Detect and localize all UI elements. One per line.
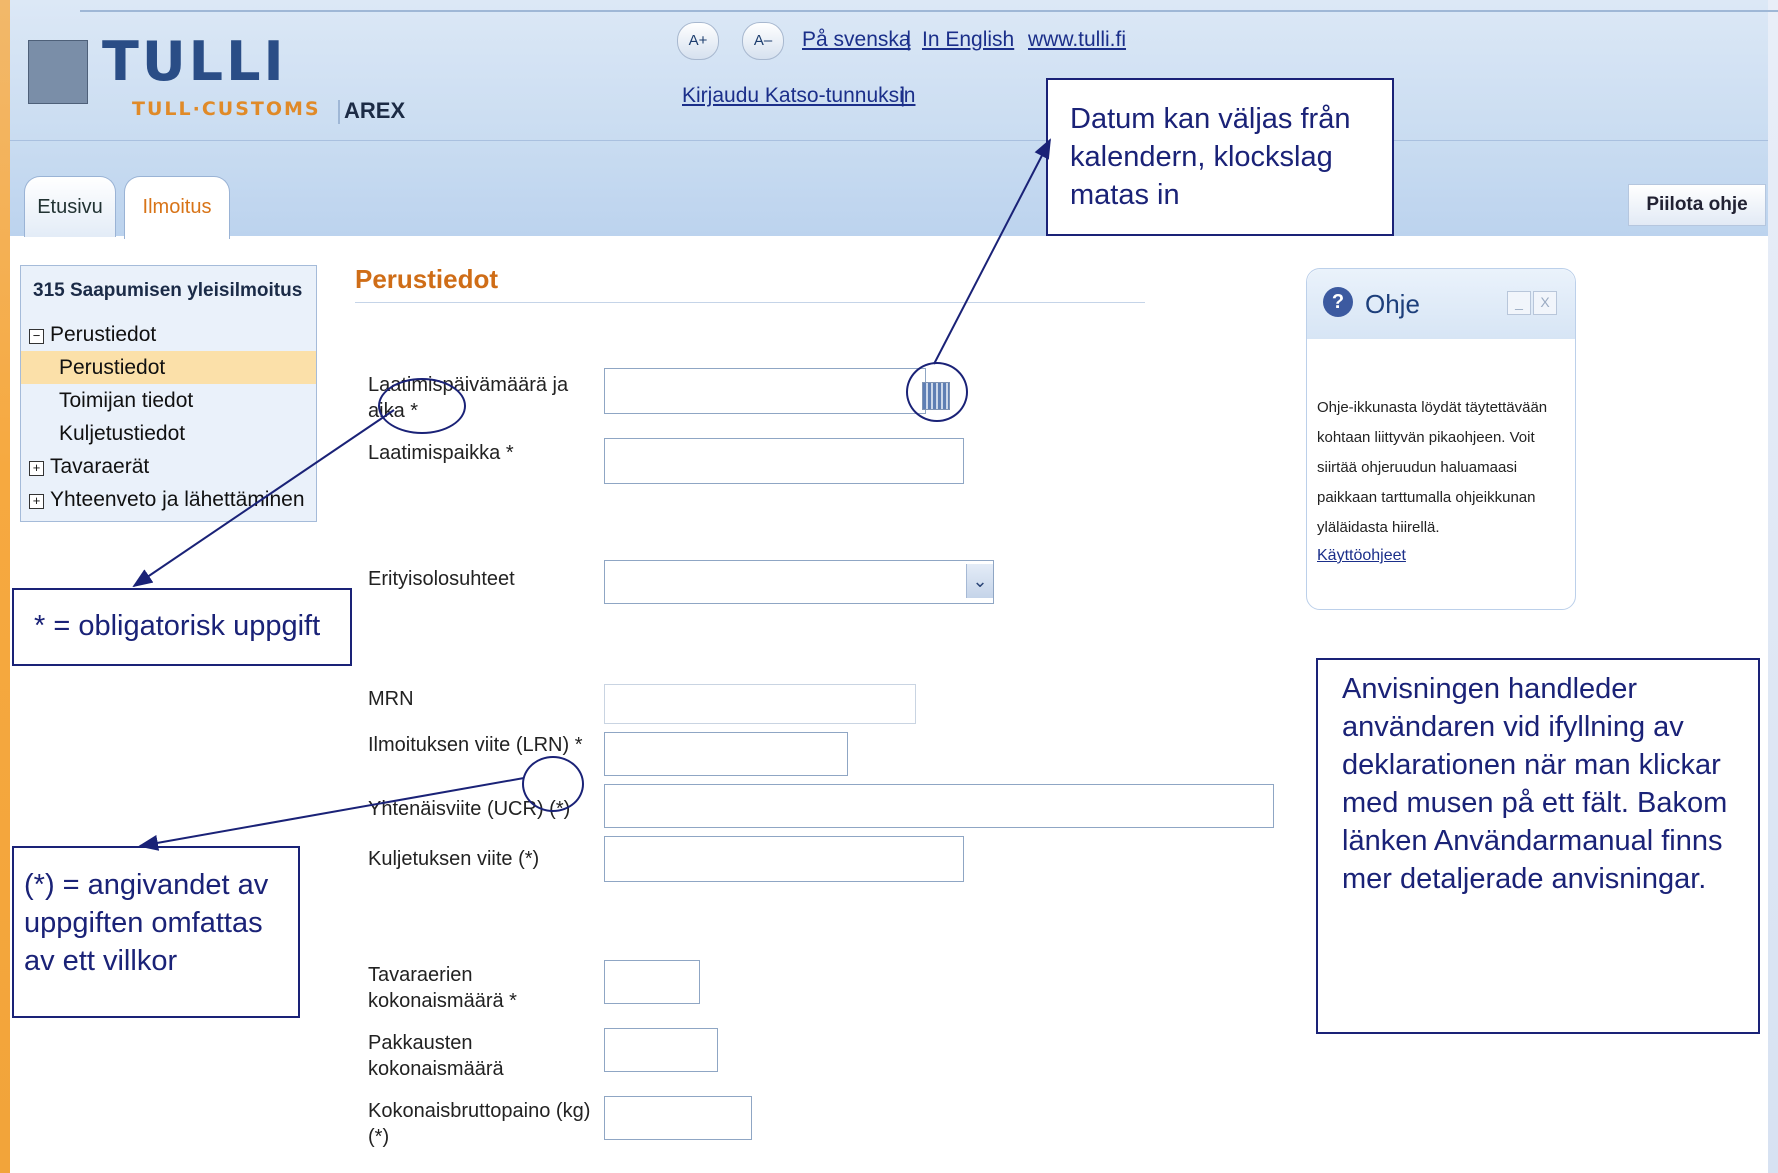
mandatory-arrow (132, 409, 395, 588)
calendar-arrow (933, 138, 1051, 365)
conditional-arrow (138, 777, 525, 851)
annotation-arrows (132, 138, 1051, 851)
